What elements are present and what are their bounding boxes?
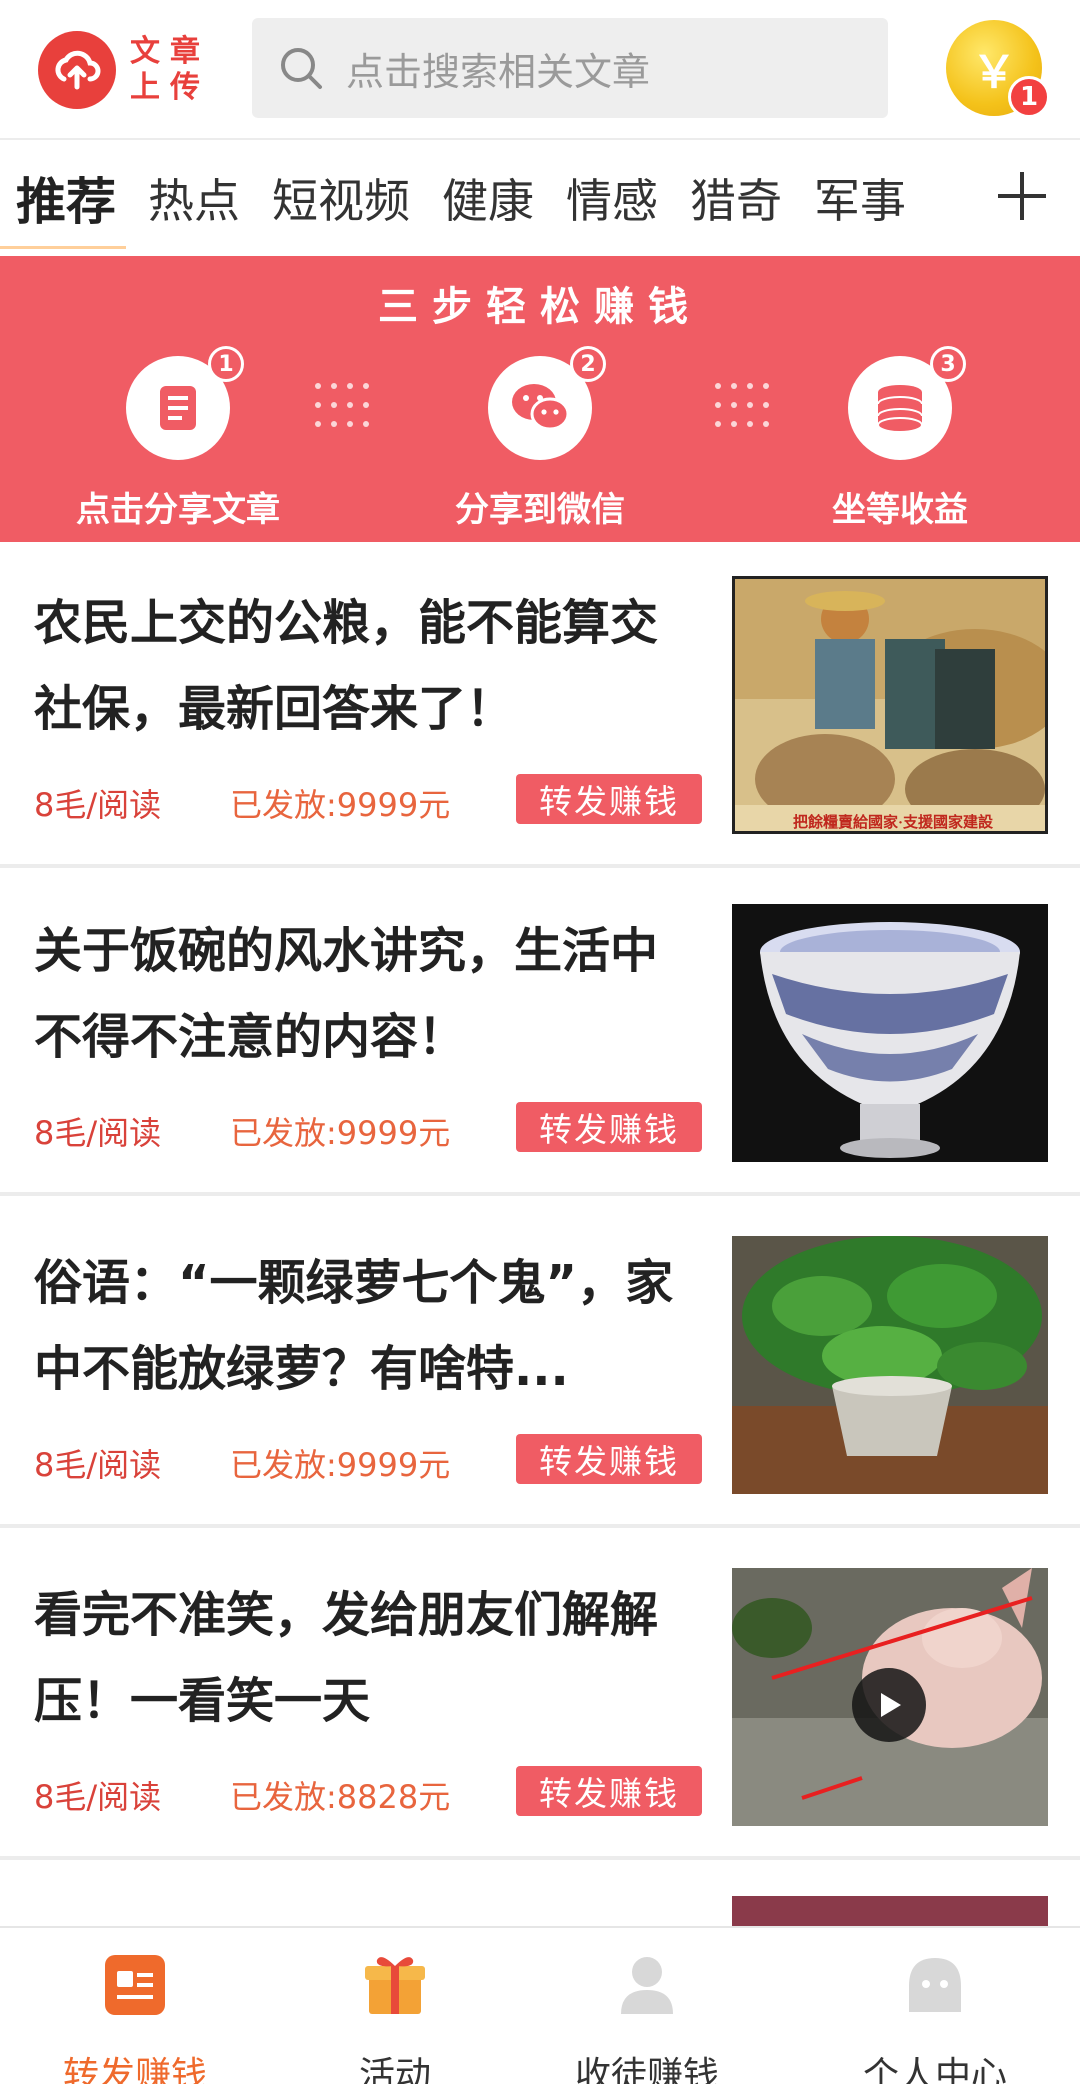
category-tabs: 推荐 热点 短视频 健康 情感 猎奇 军事	[0, 142, 1080, 254]
upload-cloud-icon	[38, 31, 116, 109]
article-title[interactable]: 俗语：“一颗绿萝七个鬼”，家中不能放绿萝？有啥特...	[34, 1240, 694, 1412]
reward-rate: 8毛/阅读	[34, 1114, 162, 1152]
share-earn-button[interactable]: 转发赚钱	[516, 1434, 702, 1484]
step-3: 3 坐等收益	[740, 346, 1060, 531]
upload-label-line1: 文章	[130, 34, 210, 69]
article-thumbnail[interactable]	[732, 904, 1048, 1162]
step-3-number: 3	[930, 346, 966, 382]
article-thumbnail[interactable]	[732, 1236, 1048, 1494]
article-thumbnail[interactable]	[732, 1568, 1048, 1826]
paid-amount: 已发放:9999元	[230, 1114, 451, 1152]
add-channel-icon[interactable]	[994, 168, 1050, 224]
article-title[interactable]: 关于饭碗的风水讲究，生活中不得不注意的内容！	[34, 908, 694, 1080]
search-placeholder: 点击搜索相关文章	[346, 49, 651, 94]
wechat-icon: 2	[488, 346, 606, 460]
article-meta: 8毛/阅读 已发放:9999元 转发赚钱	[34, 1434, 734, 1484]
coin-badge: 1	[1008, 76, 1050, 118]
search-box[interactable]: 点击搜索相关文章	[252, 18, 888, 118]
article-meta: 8毛/阅读 已发放:9999元 转发赚钱	[34, 774, 734, 824]
top-bar: 文章 上传 点击搜索相关文章 ￥ 1	[0, 0, 1080, 140]
thumbnail-caption: 把餘糧賣給國家·支援國家建設	[793, 813, 994, 831]
reward-rate: 8毛/阅读	[34, 1778, 162, 1816]
paid-amount: 已发放:9999元	[230, 786, 451, 824]
bottom-nav: 转发赚钱 活动 收徒赚钱 个人中心	[0, 1926, 1080, 2084]
nav-label: 转发赚钱	[62, 2055, 207, 2084]
step-1-number: 1	[208, 346, 244, 382]
dots-separator-1	[315, 383, 369, 427]
upload-label: 文章 上传	[130, 34, 210, 106]
paid-amount: 已发放:8828元	[230, 1778, 451, 1816]
profile-icon	[800, 1946, 1070, 2024]
article-card[interactable]: 关于饭碗的风水讲究，生活中不得不注意的内容！ 8毛/阅读 已发放:9999元 转…	[0, 872, 1080, 1196]
nav-label: 个人中心	[862, 2055, 1007, 2084]
tab-recommend[interactable]: 推荐	[16, 162, 116, 234]
search-icon	[281, 48, 322, 89]
article-card[interactable]: 农民上交的公粮，能不能算交社保，最新回答来了！ 8毛/阅读 已发放:9999元 …	[0, 544, 1080, 868]
article-title[interactable]: 看完不准笑，发给朋友们解解压！一看笑一天	[34, 1572, 694, 1744]
share-earn-button[interactable]: 转发赚钱	[516, 1766, 702, 1816]
tab-military[interactable]: 军事	[814, 165, 906, 231]
share-earn-button[interactable]: 转发赚钱	[516, 774, 702, 824]
step-2-label: 分享到微信	[455, 490, 625, 530]
article-thumbnail[interactable]: 把餘糧賣給國家·支援國家建設	[732, 576, 1048, 834]
step-1-label: 点击分享文章	[76, 490, 280, 530]
paid-amount: 已发放:9999元	[230, 1446, 451, 1484]
upload-label-line2: 上传	[130, 70, 210, 105]
steps-banner[interactable]: 三步轻松赚钱 1 点击分享文章 2 分享到微信 3 坐等收益	[0, 256, 1080, 542]
tab-emotion[interactable]: 情感	[566, 165, 658, 231]
tab-hot[interactable]: 热点	[148, 165, 240, 231]
tab-health[interactable]: 健康	[442, 165, 534, 231]
step-1: 1 点击分享文章	[18, 346, 338, 531]
banner-title: 三步轻松赚钱	[378, 284, 702, 330]
user-icon	[512, 1946, 782, 2024]
news-icon	[0, 1946, 270, 2024]
article-title[interactable]: 农民上交的公粮，能不能算交社保，最新回答来了！	[34, 580, 694, 752]
share-earn-button[interactable]: 转发赚钱	[516, 1102, 702, 1152]
article-meta: 8毛/阅读 已发放:9999元 转发赚钱	[34, 1102, 734, 1152]
nav-label: 活动	[358, 2055, 431, 2084]
coins-icon: 3	[848, 346, 966, 460]
play-icon[interactable]	[852, 1668, 926, 1742]
article-card[interactable]: 看完不准笑，发给朋友们解解压！一看笑一天 8毛/阅读 已发放:8828元 转发赚…	[0, 1536, 1080, 1860]
step-2-number: 2	[570, 346, 606, 382]
step-2: 2 分享到微信	[380, 346, 700, 531]
nav-recruit-earn[interactable]: 收徒赚钱	[512, 1946, 782, 2084]
tab-short-video[interactable]: 短视频	[272, 165, 410, 231]
nav-profile[interactable]: 个人中心	[800, 1946, 1070, 2084]
article-upload-button[interactable]: 文章 上传	[38, 28, 218, 112]
tab-active-indicator	[0, 246, 126, 249]
document-icon: 1	[126, 346, 244, 460]
tab-curiosity[interactable]: 猎奇	[690, 165, 782, 231]
article-card[interactable]: 俗语：“一颗绿萝七个鬼”，家中不能放绿萝？有啥特... 8毛/阅读 已发放:99…	[0, 1204, 1080, 1528]
gift-icon	[260, 1946, 530, 2024]
nav-share-earn[interactable]: 转发赚钱	[0, 1946, 270, 2084]
step-3-label: 坐等收益	[832, 490, 968, 530]
reward-rate: 8毛/阅读	[34, 1446, 162, 1484]
nav-activity[interactable]: 活动	[260, 1946, 530, 2084]
article-meta: 8毛/阅读 已发放:8828元 转发赚钱	[34, 1766, 734, 1816]
reward-rate: 8毛/阅读	[34, 786, 162, 824]
nav-label: 收徒赚钱	[574, 2055, 719, 2084]
app-root: 文章 上传 点击搜索相关文章 ￥ 1 推荐 热点 短视频 健康 情感 猎奇 军事	[0, 0, 1080, 2084]
